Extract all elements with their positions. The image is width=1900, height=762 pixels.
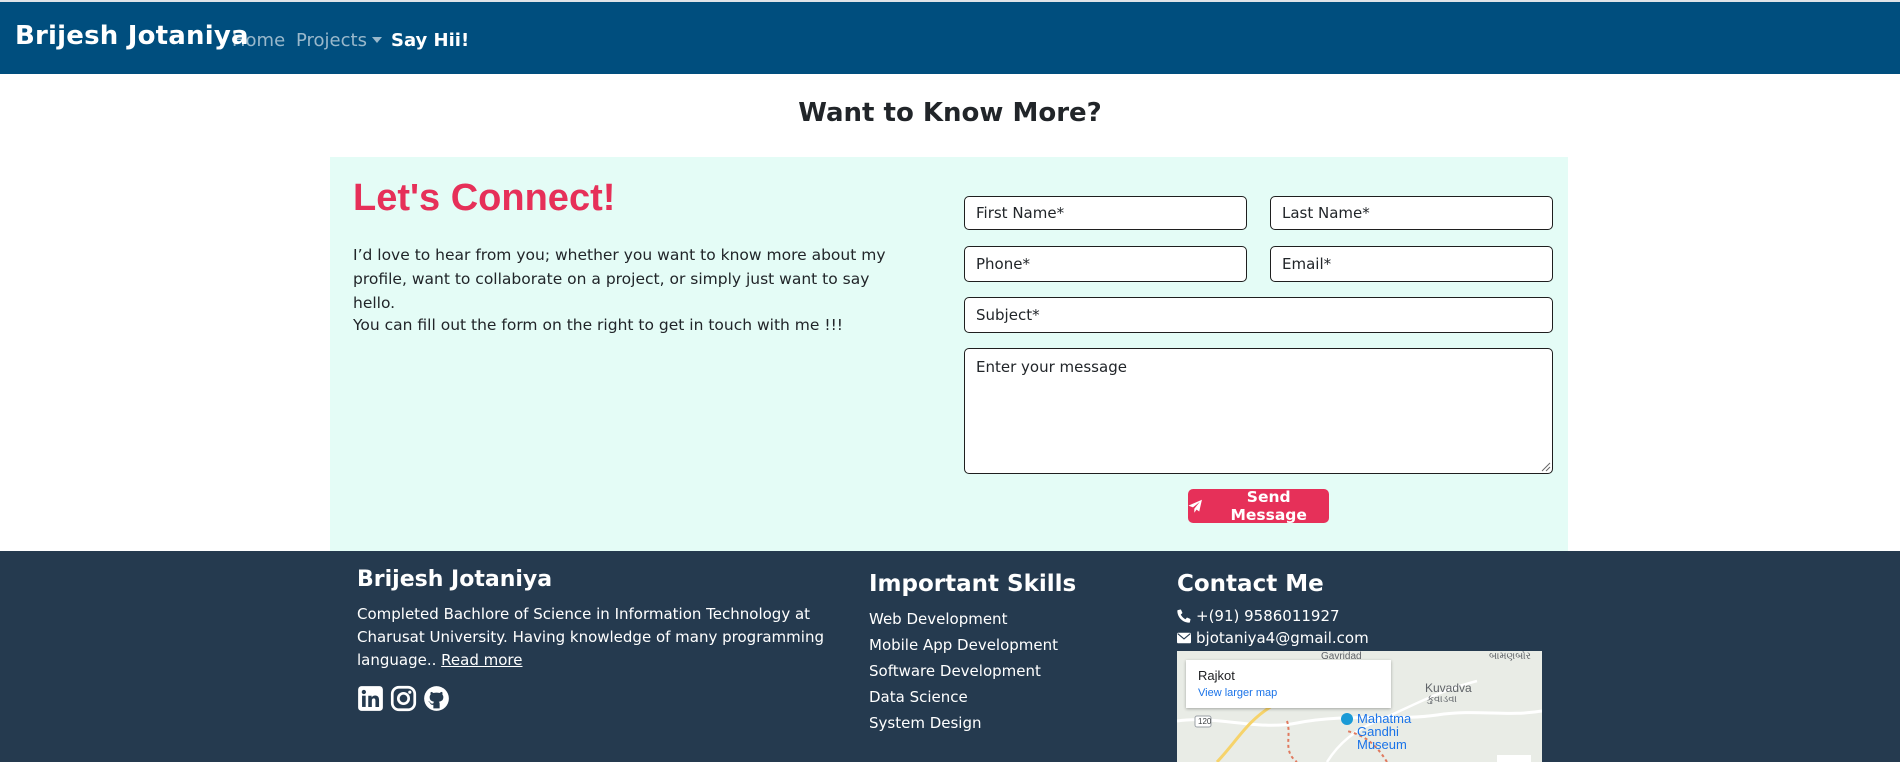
footer-bio: Completed Bachlore of Science in Informa…: [357, 603, 832, 672]
instagram-icon[interactable]: [390, 685, 417, 712]
map-place-name: Rajkot: [1198, 668, 1235, 683]
skill-item: Web Development: [869, 610, 1008, 628]
footer-name: Brijesh Jotaniya: [357, 567, 553, 592]
skills-list: Web Development Mobile App Development S…: [869, 606, 1058, 736]
intro-text: I’d love to hear from you; whether you w…: [353, 246, 886, 312]
section-heading: Want to Know More?: [798, 98, 1102, 128]
map-label-bamanbor: બામણબોર: [1489, 651, 1531, 662]
contact-email: bjotaniya4@gmail.com: [1177, 629, 1369, 647]
skills-title: Important Skills: [869, 571, 1077, 597]
map-label-road: 120: [1198, 717, 1212, 726]
phone-icon: [1177, 609, 1191, 623]
read-more-link[interactable]: Read more: [441, 651, 522, 669]
contact-panel: Let's Connect! I’d love to hear from you…: [330, 157, 1568, 551]
location-map[interactable]: Gavridad બામણબોર Kuvadva કુવાડવા 120 Mah…: [1177, 651, 1542, 762]
resize-grip-icon[interactable]: [1541, 462, 1551, 472]
navbar: Brijesh Jotaniya Home Projects Say Hii!: [0, 2, 1900, 74]
social-links: [357, 685, 450, 712]
contact-phone: +(91) 9586011927: [1177, 607, 1340, 625]
connect-title: Let's Connect!: [353, 177, 616, 219]
nav-home-link[interactable]: Home: [232, 30, 285, 51]
skill-item: Mobile App Development: [869, 636, 1059, 654]
map-label-kuvadva: Kuvadva: [1425, 681, 1472, 695]
map-label-museum: Mahatma Gandhi Museum: [1357, 711, 1412, 752]
subject-input[interactable]: [964, 297, 1553, 333]
skill-item: System Design: [869, 714, 982, 732]
linkedin-icon[interactable]: [357, 685, 384, 712]
envelope-icon: [1177, 632, 1191, 644]
view-larger-map-link[interactable]: View larger map: [1198, 687, 1277, 699]
contact-title: Contact Me: [1177, 571, 1324, 597]
first-name-input[interactable]: [964, 196, 1247, 230]
skill-item: Data Science: [869, 688, 968, 706]
nav-projects-dropdown[interactable]: Projects: [296, 30, 382, 51]
nav-say-hi-link[interactable]: Say Hii!: [391, 30, 469, 51]
intro-text-form-hint: You can fill out the form on the right t…: [353, 316, 843, 334]
paper-plane-icon: [1188, 499, 1202, 513]
brand-logo[interactable]: Brijesh Jotaniya: [15, 21, 249, 51]
last-name-input[interactable]: [1270, 196, 1553, 230]
phone-input[interactable]: [964, 246, 1247, 282]
footer: Brijesh Jotaniya Completed Bachlore of S…: [0, 551, 1900, 762]
github-icon[interactable]: [423, 685, 450, 712]
email-input[interactable]: [1270, 246, 1553, 282]
footer-bio-text: Completed Bachlore of Science in Informa…: [357, 605, 824, 669]
contact-phone-text: +(91) 9586011927: [1196, 607, 1340, 625]
map-label-kuvadva-gu: કુવાડવા: [1427, 694, 1457, 705]
contact-email-text: bjotaniya4@gmail.com: [1196, 629, 1369, 647]
skill-item: Software Development: [869, 662, 1041, 680]
map-info-card: Rajkot View larger map: [1186, 660, 1391, 708]
nav-projects-label: Projects: [296, 30, 367, 51]
message-textarea[interactable]: [964, 348, 1553, 474]
send-message-button[interactable]: Send Message: [1188, 488, 1329, 524]
send-message-label: Send Message: [1230, 488, 1307, 524]
caret-down-icon: [371, 37, 382, 43]
